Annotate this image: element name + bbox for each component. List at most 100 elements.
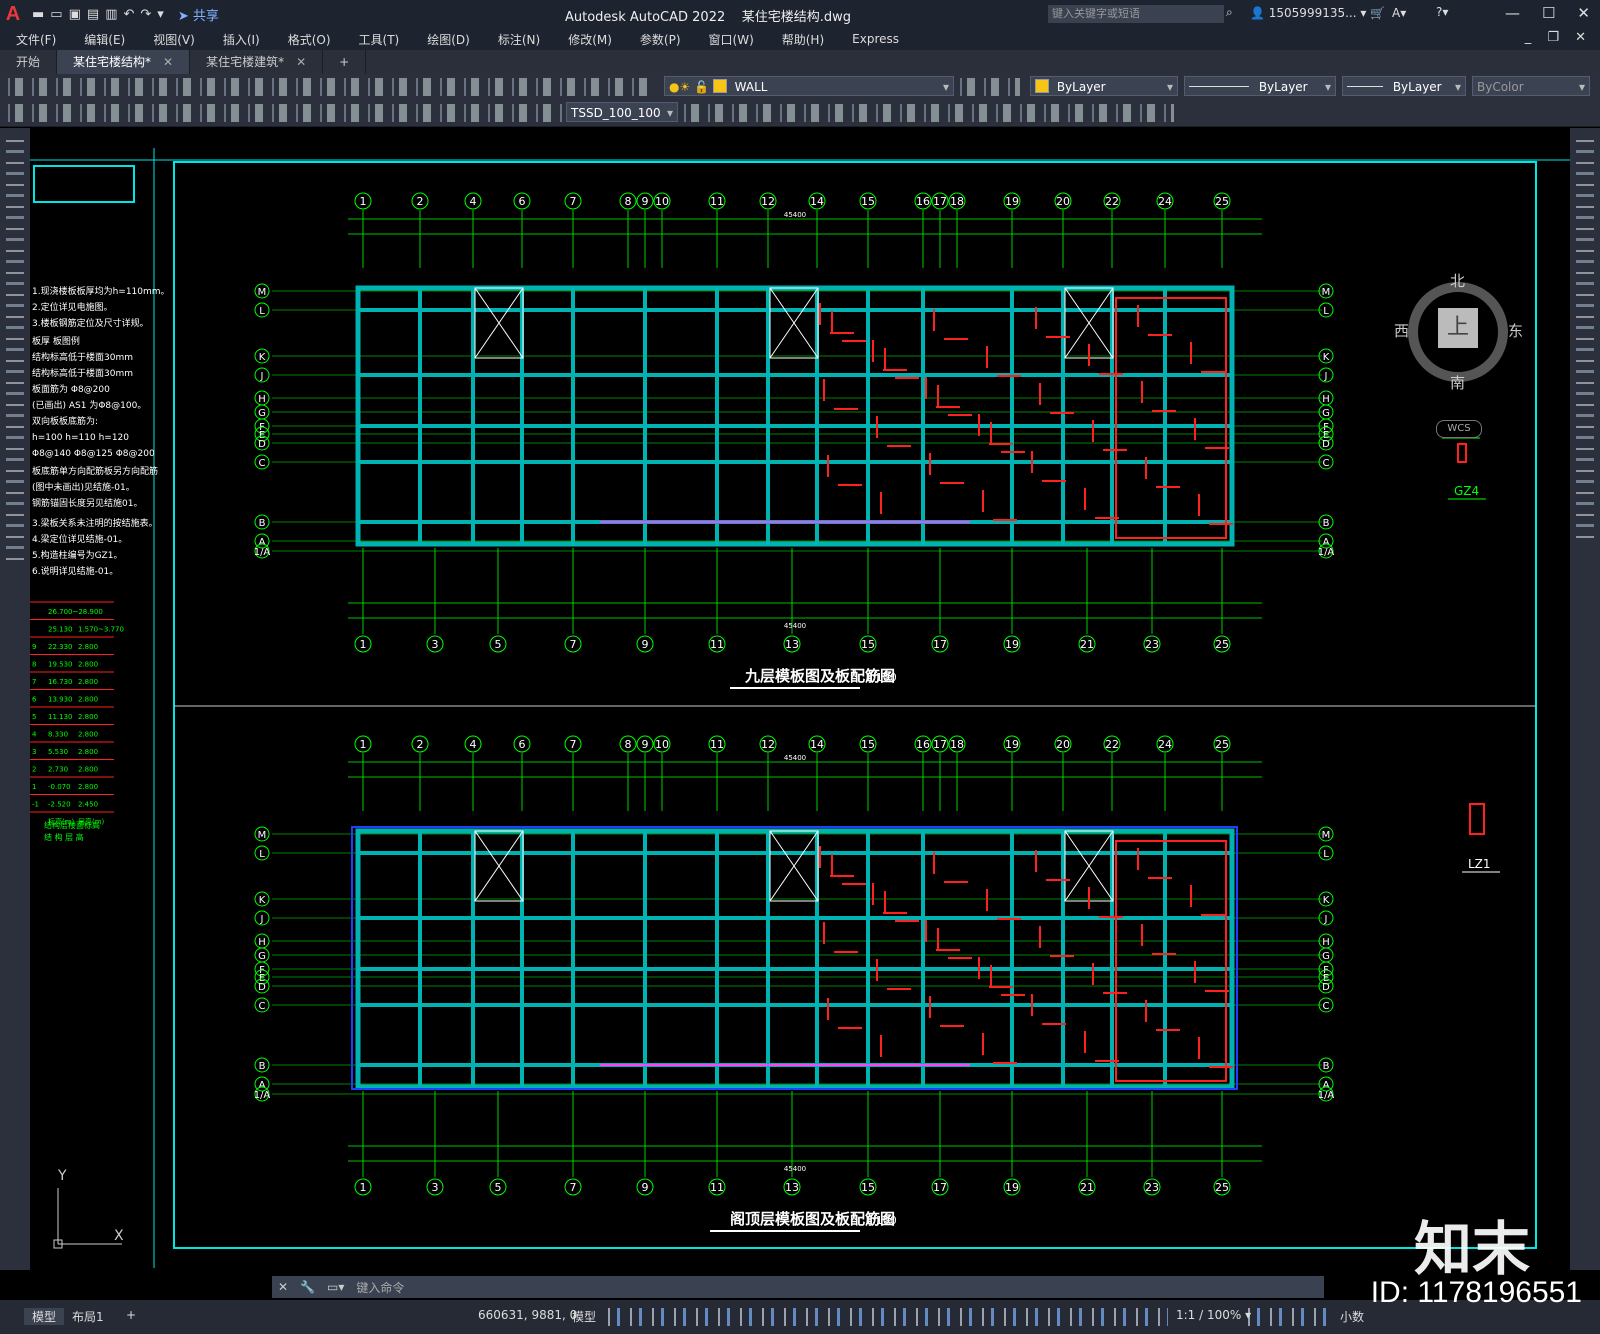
dimstyle-dropdown[interactable]: TSSD_100_100 ▾ bbox=[566, 102, 678, 122]
menu-item-6[interactable]: 绘图(D) bbox=[427, 31, 470, 48]
row-axis-label: J bbox=[260, 914, 264, 925]
menu-item-12[interactable]: Express bbox=[852, 32, 899, 46]
menu-item-1[interactable]: 编辑(E) bbox=[84, 31, 125, 48]
cad-drawing[interactable]: 1 2 4 6 7 8 9 10 11 12 14 15 16 17 18 19 20 22 24 251 3 5 7 9 11… bbox=[30, 128, 1570, 1270]
close-tab-icon[interactable]: ✕ bbox=[163, 55, 173, 69]
command-history-icon[interactable]: ▭▾ bbox=[327, 1280, 344, 1294]
save-as-icon[interactable]: ▤ bbox=[87, 7, 99, 22]
search-icon[interactable]: ⌕ bbox=[1226, 5, 1233, 20]
drawing-viewport[interactable]: 1 2 4 6 7 8 9 10 11 12 14 15 16 17 18 19 20 22 24 25 1 3 5 7 9 11… bbox=[30, 128, 1570, 1270]
command-line[interactable]: ✕ 🔧 ▭▾ 键入命令 bbox=[272, 1276, 1324, 1298]
compass-west[interactable]: 西 bbox=[1394, 320, 1409, 341]
layer-dropdown[interactable]: ●☀ 🔓 WALL ▾ bbox=[664, 76, 954, 96]
add-layout-button[interactable]: + bbox=[126, 1308, 136, 1322]
linetype-sample bbox=[1189, 86, 1249, 87]
chevron-down-icon: ▾ bbox=[1578, 80, 1585, 94]
new-file-icon[interactable]: ▬ bbox=[32, 7, 44, 22]
menu-item-7[interactable]: 标注(N) bbox=[498, 31, 540, 48]
axis-label: 16 bbox=[916, 738, 930, 751]
maximize-icon[interactable]: ☐ bbox=[1542, 4, 1555, 22]
axis-label: 10 bbox=[655, 738, 669, 751]
linetype-dropdown[interactable]: ByLayer ▾ bbox=[1184, 76, 1336, 96]
menu-item-8[interactable]: 修改(M) bbox=[568, 31, 612, 48]
plot-icon[interactable]: ▥ bbox=[105, 7, 117, 22]
draw-tool-icons[interactable] bbox=[6, 140, 24, 560]
file-tab-label: 某住宅楼结构* bbox=[73, 55, 152, 69]
autocad-logo-icon[interactable]: A bbox=[0, 1, 26, 27]
plotstyle-dropdown[interactable]: ByColor ▾ bbox=[1472, 76, 1590, 96]
annotation-scale[interactable]: 1:1 / 100% ▾ bbox=[1176, 1308, 1251, 1322]
customize-icon[interactable]: 🔧 bbox=[300, 1280, 315, 1294]
lineweight-dropdown[interactable]: ByLayer ▾ bbox=[1342, 76, 1466, 96]
axis-label: 7 bbox=[570, 195, 577, 208]
customize-dropdown-icon[interactable]: ▾ bbox=[157, 7, 164, 22]
layer-tools-icons[interactable] bbox=[960, 78, 1020, 96]
level-table-cell: -2.520 bbox=[48, 801, 71, 809]
dimension-toolbar-icons[interactable] bbox=[8, 104, 562, 122]
compass-east[interactable]: 东 bbox=[1508, 320, 1523, 341]
open-file-icon[interactable]: ▭ bbox=[50, 7, 62, 22]
title-bar: A ▬ ▭ ▣ ▤ ▥ ↶ ↷ ▾ ➤ 共享 Autodesk AutoCAD … bbox=[0, 0, 1600, 28]
svg-text:Y: Y bbox=[57, 1168, 67, 1184]
standard-toolbar-icons[interactable] bbox=[8, 78, 648, 96]
minimize-icon[interactable]: — bbox=[1505, 4, 1520, 22]
save-icon[interactable]: ▣ bbox=[69, 7, 81, 22]
viewcube[interactable]: 上 北 南 西 东 bbox=[1394, 272, 1523, 393]
share-button[interactable]: ➤ 共享 bbox=[178, 5, 219, 24]
compass-north[interactable]: 北 bbox=[1450, 270, 1465, 291]
menu-item-10[interactable]: 窗口(W) bbox=[709, 31, 754, 48]
search-input[interactable]: 键入关键字或短语 bbox=[1048, 5, 1224, 23]
model-space-toggle[interactable]: 模型 bbox=[572, 1308, 596, 1325]
level-table-cell: 2 bbox=[32, 766, 36, 774]
menu-item-0[interactable]: 文件(F) bbox=[16, 31, 56, 48]
cart-icon[interactable]: 🛒 bbox=[1370, 6, 1385, 20]
file-tab-0[interactable]: 开始 bbox=[0, 50, 58, 74]
menu-item-11[interactable]: 帮助(H) bbox=[782, 31, 824, 48]
axis-label: 18 bbox=[950, 195, 964, 208]
drafting-settings-icons[interactable] bbox=[608, 1308, 1168, 1326]
close-icon[interactable]: ✕ bbox=[1577, 4, 1590, 22]
autodesk-app-icon[interactable]: A▾ bbox=[1392, 6, 1406, 20]
file-tab-2[interactable]: 某住宅楼建筑* ✕ bbox=[190, 50, 324, 74]
menu-item-9[interactable]: 参数(P) bbox=[640, 31, 681, 48]
level-table-cell: 2.800 bbox=[78, 731, 98, 739]
viewcube-face[interactable]: 上 bbox=[1438, 308, 1478, 348]
compass-south[interactable]: 南 bbox=[1450, 372, 1465, 393]
color-swatch bbox=[1035, 79, 1049, 93]
level-table-cell: 2.800 bbox=[78, 766, 98, 774]
command-input[interactable]: 键入命令 bbox=[356, 1279, 404, 1296]
help-icon[interactable]: ?▾ bbox=[1436, 5, 1448, 19]
modify-toolbar-icons[interactable] bbox=[684, 104, 1174, 122]
document-window-controls[interactable]: _ ❐ ✕ bbox=[1525, 30, 1592, 45]
redo-icon[interactable]: ↷ bbox=[140, 7, 151, 22]
user-account[interactable]: 👤 1505999135... ▾ bbox=[1250, 6, 1366, 20]
row-axis-label: L bbox=[1323, 849, 1329, 860]
menu-item-2[interactable]: 视图(V) bbox=[153, 31, 195, 48]
row-axis-label: 1/A bbox=[1318, 547, 1335, 558]
note-line: (已画出) AS1 为Φ8@100。 bbox=[32, 399, 146, 411]
color-dropdown[interactable]: ByLayer ▾ bbox=[1030, 76, 1178, 96]
menu-item-3[interactable]: 插入(I) bbox=[223, 31, 260, 48]
axis-label: 25 bbox=[1215, 195, 1229, 208]
row-axis-label: H bbox=[1322, 394, 1330, 405]
modify-tool-icons[interactable] bbox=[1576, 140, 1594, 540]
close-icon[interactable]: ✕ bbox=[278, 1280, 288, 1294]
file-tab-1[interactable]: 某住宅楼结构* ✕ bbox=[57, 50, 191, 74]
axis-label: 20 bbox=[1056, 195, 1070, 208]
axis-label: 11 bbox=[710, 638, 724, 651]
level-table-title: 结构层楼面标高 bbox=[44, 820, 100, 830]
workspace-icons[interactable] bbox=[1248, 1308, 1328, 1326]
menu-item-5[interactable]: 工具(T) bbox=[359, 31, 400, 48]
row-axis-label: C bbox=[1323, 1001, 1330, 1012]
wcs-menu[interactable]: WCS bbox=[1436, 420, 1482, 438]
close-tab-icon[interactable]: ✕ bbox=[296, 55, 306, 69]
gz4-detail: GZ4 bbox=[1442, 437, 1486, 500]
undo-icon[interactable]: ↶ bbox=[123, 7, 134, 22]
menu-item-4[interactable]: 格式(O) bbox=[288, 31, 331, 48]
tab-layout1[interactable]: 布局1 bbox=[72, 1308, 104, 1325]
note-line: 板厚 板图例 bbox=[32, 335, 80, 347]
tab-model[interactable]: 模型 bbox=[24, 1308, 65, 1325]
units-selector[interactable]: 小数 bbox=[1340, 1308, 1364, 1325]
level-table-cell: 8 bbox=[32, 661, 36, 669]
new-tab-button[interactable]: + bbox=[323, 50, 367, 74]
